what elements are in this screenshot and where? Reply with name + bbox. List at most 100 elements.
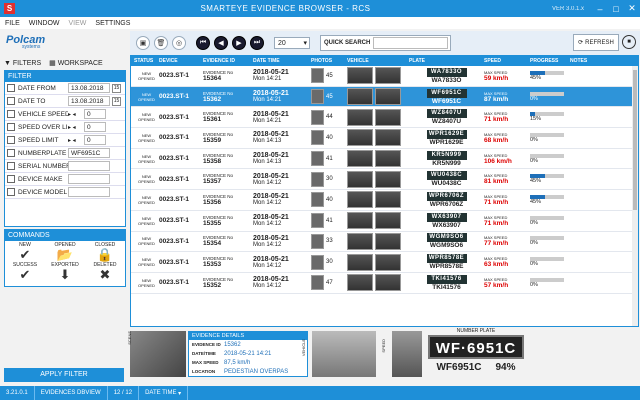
menu-file[interactable]: FILE [5,20,20,27]
operator-icon[interactable]: ▸ ◂ [68,137,84,144]
vehicle-thumbnail[interactable] [375,253,401,271]
table-row[interactable]: NEW OPENED 0023.ST-1 EVIDENCE No 15352 2018-0… [131,273,638,294]
table-row[interactable]: NEW OPENED 0023.ST-1 EVIDENCE No 15364 2018-0… [131,66,638,87]
vehicle-cell[interactable] [347,66,409,86]
vehicle-image[interactable] [312,331,376,377]
vehicle-thumbnail[interactable] [375,274,401,292]
photos-cell[interactable]: 41 [311,149,347,169]
col-photos[interactable]: PHOTOS [311,58,347,64]
photos-cell[interactable]: 41 [311,211,347,231]
photos-cell[interactable]: 30 [311,169,347,189]
notes-cell[interactable] [570,252,632,272]
vehicle-cell[interactable] [347,190,409,210]
new-evidence-icon[interactable]: ▣ [136,36,150,50]
numberplate-field[interactable]: WF6951C [68,148,110,158]
disc-icon[interactable]: ◎ [172,36,186,50]
photos-cell[interactable]: 45 [311,87,347,107]
table-row[interactable]: NEW OPENED 0023.ST-1 EVIDENCE No 15356 2018-0… [131,190,638,211]
photo-thumbnail[interactable] [311,171,324,187]
prev-page-icon[interactable]: ◀ [214,36,228,50]
vehicle-thumbnail[interactable] [375,170,401,188]
col-device[interactable]: DEVICE [159,58,203,64]
notes-cell[interactable] [570,169,632,189]
quick-search-input[interactable] [373,37,449,49]
photos-cell[interactable]: 40 [311,190,347,210]
apply-filter-button[interactable]: APPLY FILTER [4,368,124,382]
menu-view[interactable]: VIEW [69,20,87,27]
notes-cell[interactable] [570,128,632,148]
col-notes[interactable]: NOTES [570,58,632,64]
refresh-button[interactable]: ⟳ REFRESH [573,34,619,51]
col-progress[interactable]: PROGRESS [530,58,570,64]
checkbox[interactable] [7,149,15,157]
photos-cell[interactable]: 40 [311,128,347,148]
vehicle-thumbnail[interactable] [347,253,373,271]
calendar-icon[interactable]: 15 [112,83,121,93]
photo-thumbnail[interactable] [311,89,324,105]
tab-filters[interactable]: ▼ FILTERS [4,60,41,67]
stop-icon[interactable]: ■ [622,35,636,49]
scene-image[interactable] [130,331,186,377]
photos-cell[interactable]: 45 [311,66,347,86]
photo-thumbnail[interactable] [311,109,324,125]
number-plate-image[interactable]: WF·6951C [428,335,524,359]
cmd-opened[interactable]: OPENED 📂 EXPORTED ⬇ [51,242,79,282]
vehicle-thumbnail[interactable] [347,129,373,147]
vehicle-cell[interactable] [347,232,409,252]
status-sort[interactable]: DATE TIME ▾ [139,386,189,400]
photo-thumbnail[interactable] [311,192,324,208]
vehicle-thumbnail[interactable] [375,232,401,250]
col-plate[interactable]: PLATE [409,58,484,64]
table-row[interactable]: NEW OPENED 0023.ST-1 EVIDENCE No 15353 2018-0… [131,252,638,273]
photo-thumbnail[interactable] [311,275,324,291]
vehicle-thumbnail[interactable] [375,88,401,106]
scrollbar-thumb[interactable] [633,70,637,210]
notes-cell[interactable] [570,273,632,293]
photos-cell[interactable]: 44 [311,107,347,127]
maximize-icon[interactable]: □ [608,4,624,14]
vehicle-thumbnail[interactable] [347,88,373,106]
notes-cell[interactable] [570,66,632,86]
photo-thumbnail[interactable] [311,254,324,270]
vehicle-cell[interactable] [347,273,409,293]
table-row[interactable]: NEW OPENED 0023.ST-1 EVIDENCE No 15361 2018-0… [131,107,638,129]
checkbox[interactable] [7,97,15,105]
notes-cell[interactable] [570,107,632,127]
table-row[interactable]: NEW OPENED 0023.ST-1 EVIDENCE No 15362 2018-0… [131,86,638,108]
vehicle-cell[interactable] [347,107,409,127]
operator-icon[interactable]: ▸ ◂ [68,124,84,131]
checkbox[interactable] [7,110,15,118]
speed-image[interactable] [392,331,422,377]
photos-cell[interactable]: 47 [311,273,347,293]
photo-thumbnail[interactable] [311,68,324,84]
notes-cell[interactable] [570,211,632,231]
col-date-time[interactable]: DATE TIME [253,58,311,64]
checkbox[interactable] [7,188,15,196]
vehicle-cell[interactable] [347,87,409,107]
checkbox[interactable] [7,162,15,170]
device-make-field[interactable] [68,174,110,184]
grid-scrollbar[interactable] [632,66,638,326]
vehicle-speed-field[interactable]: 0 [84,109,106,119]
vehicle-thumbnail[interactable] [347,150,373,168]
vehicle-cell[interactable] [347,252,409,272]
checkbox[interactable] [7,136,15,144]
checkbox[interactable] [7,175,15,183]
menu-settings[interactable]: SETTINGS [95,20,130,27]
notes-cell[interactable] [570,190,632,210]
vehicle-cell[interactable] [347,149,409,169]
vehicle-thumbnail[interactable] [347,191,373,209]
close-icon[interactable]: ✕ [624,3,640,14]
menu-window[interactable]: WINDOW [29,20,60,27]
checkbox[interactable] [7,84,15,92]
vehicle-cell[interactable] [347,211,409,231]
vehicle-thumbnail[interactable] [375,108,401,126]
table-row[interactable]: NEW OPENED 0023.ST-1 EVIDENCE No 15355 2018-0… [131,211,638,232]
col-speed[interactable]: SPEED [484,58,530,64]
device-model-field[interactable] [68,187,110,197]
photos-cell[interactable]: 30 [311,252,347,272]
photo-thumbnail[interactable] [311,130,324,146]
checkbox[interactable] [7,123,15,131]
vehicle-thumbnail[interactable] [375,150,401,168]
date-from-field[interactable]: 13.08.2018 [68,83,110,93]
